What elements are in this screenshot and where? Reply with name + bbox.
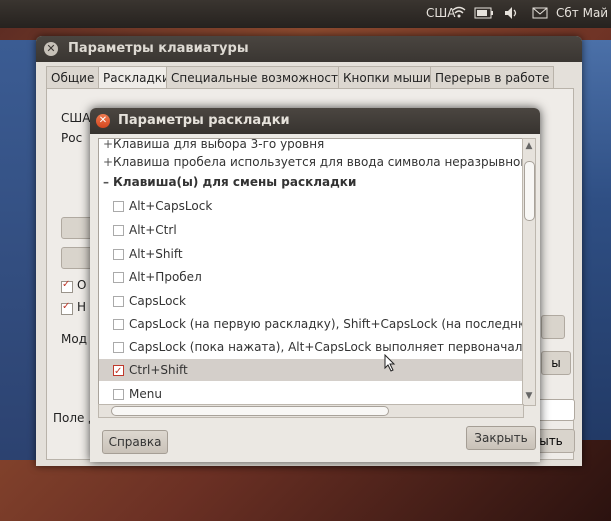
group-label: Клавиша(ы) для смены раскладки (113, 175, 357, 189)
layout-options-button[interactable]: ы (541, 351, 571, 375)
option-row[interactable]: CapsLock (пока нажата), Alt+CapsLock вып… (99, 336, 523, 358)
option-row[interactable]: Alt+CapsLock (99, 195, 523, 217)
mail-icon[interactable] (532, 7, 548, 22)
option-label: CapsLock (на первую раскладку), Shift+Ca… (129, 317, 523, 331)
main-window-title: Параметры клавиатуры (68, 41, 249, 56)
help-button[interactable]: Справка (102, 430, 168, 454)
option-checkbox[interactable] (61, 279, 73, 293)
option-checkbox[interactable] (113, 342, 124, 353)
option-label: CapsLock (129, 294, 186, 308)
option-checkbox[interactable] (113, 272, 124, 283)
model-button[interactable] (541, 315, 565, 339)
option-row[interactable]: CapsLock (99, 290, 523, 312)
option-checkbox[interactable] (113, 389, 124, 400)
model-label: Мод (61, 332, 87, 346)
option-label: Alt+Ctrl (129, 223, 177, 237)
horizontal-scrollbar[interactable] (98, 404, 524, 418)
option-label: Menu (129, 387, 162, 401)
main-window-titlebar[interactable]: ✕ Параметры клавиатуры (36, 36, 582, 62)
group-label: Клавиша пробела используется для ввода с… (113, 155, 523, 169)
option-row[interactable]: Alt+Shift (99, 243, 523, 265)
close-icon[interactable]: ✕ (44, 42, 58, 56)
layout-options-dialog: ✕ Параметры раскладки + Клавиша для выбо… (90, 108, 540, 462)
option-label: Alt+Shift (129, 247, 183, 261)
wifi-icon[interactable] (452, 5, 466, 22)
layout-options-list: + Клавиша для выбора 3-го уровня + Клави… (98, 138, 524, 406)
battery-icon[interactable] (474, 7, 494, 22)
option-checkbox[interactable] (113, 296, 124, 307)
option-label: О (77, 278, 87, 292)
scrollbar-thumb[interactable] (524, 161, 535, 221)
dialog-titlebar[interactable]: ✕ Параметры раскладки (90, 108, 540, 134)
option-row[interactable]: Menu (99, 383, 523, 405)
scrollbar-thumb[interactable] (111, 406, 389, 416)
option-label: Н (77, 300, 87, 314)
layout-list-item[interactable]: Рос (61, 131, 82, 145)
tab-mouse-keys[interactable]: Кнопки мыши (338, 66, 436, 89)
mouse-pointer-icon (384, 354, 396, 372)
option-checkbox-checked[interactable] (113, 361, 124, 381)
options-group-row[interactable]: + Клавиша пробела используется для ввода… (99, 151, 523, 173)
vertical-scrollbar[interactable]: ▲ ▼ (522, 138, 536, 406)
layout-list-item[interactable]: США (61, 111, 90, 125)
option-checkbox[interactable] (113, 225, 124, 236)
option-checkbox[interactable] (113, 319, 124, 330)
tab-typing-break[interactable]: Перерыв в работе (430, 66, 555, 89)
tab-layouts[interactable]: Раскладки (98, 66, 175, 89)
expand-icon[interactable]: + (103, 151, 113, 173)
datetime-label[interactable]: Сбт Май (556, 6, 608, 20)
option-checkbox[interactable] (113, 201, 124, 212)
option-label: Alt+Пробел (129, 270, 202, 284)
top-panel: США Сбт Май (0, 0, 611, 28)
wallpaper-left-strip (0, 40, 40, 460)
scroll-up-icon[interactable]: ▲ (524, 141, 534, 151)
option-checkbox[interactable] (113, 249, 124, 260)
close-icon[interactable]: ✕ (96, 114, 110, 128)
option-label: Ctrl+Shift (129, 363, 188, 377)
volume-icon[interactable] (504, 6, 520, 23)
option-checkbox[interactable] (61, 301, 73, 315)
option-row[interactable]: Alt+Пробел (99, 266, 523, 288)
tab-accessibility[interactable]: Специальные возможности (166, 66, 351, 89)
scroll-down-icon[interactable]: ▼ (524, 391, 534, 401)
option-row[interactable]: CapsLock (на первую раскладку), Shift+Ca… (99, 313, 523, 335)
collapse-icon[interactable]: – (103, 171, 113, 193)
option-label: CapsLock (пока нажата), Alt+CapsLock вып… (129, 340, 523, 354)
close-button[interactable]: Закрыть (466, 426, 536, 450)
option-label: Alt+CapsLock (129, 199, 213, 213)
dialog-title: Параметры раскладки (118, 113, 290, 128)
option-row[interactable]: Alt+Ctrl (99, 219, 523, 241)
options-group-row-open[interactable]: – Клавиша(ы) для смены раскладки (99, 171, 523, 193)
tab-general[interactable]: Общие (46, 66, 100, 89)
option-row-selected[interactable]: Ctrl+Shift (99, 359, 523, 381)
keyboard-layout-indicator[interactable]: США (426, 6, 455, 20)
